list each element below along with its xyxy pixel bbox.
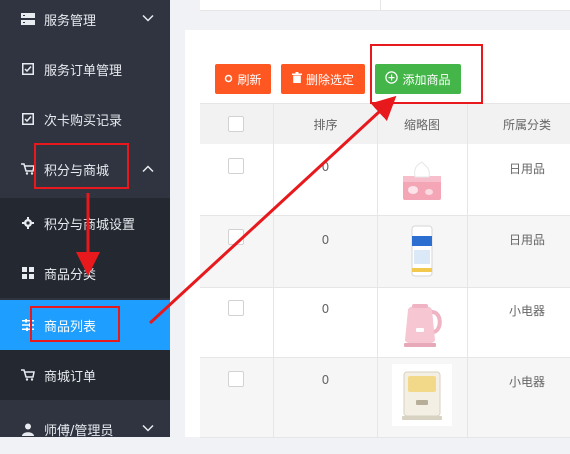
- annotation-arrows: [76, 95, 397, 325]
- arrow-to-add-button: [148, 95, 397, 325]
